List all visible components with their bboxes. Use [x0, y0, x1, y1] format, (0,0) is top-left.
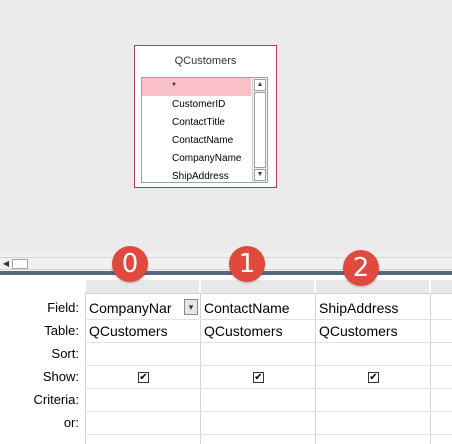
- row-label-field: Field:: [47, 300, 79, 315]
- column-selector-2[interactable]: [316, 280, 429, 294]
- table-title: QCustomers: [174, 55, 237, 67]
- show-checkbox-2[interactable]: ✔: [368, 372, 379, 383]
- show-checkbox-0[interactable]: ✔: [138, 372, 149, 383]
- field-cell-1[interactable]: ContactName: [204, 300, 312, 316]
- field-item-contactname[interactable]: ContactName: [142, 132, 251, 150]
- column-selector-3[interactable]: [431, 280, 452, 294]
- field-item-shipaddress[interactable]: ShipAddress: [142, 168, 251, 182]
- column-selector-0[interactable]: [86, 280, 199, 294]
- show-checkbox-1[interactable]: ✔: [253, 372, 264, 383]
- scroll-thumb[interactable]: [12, 259, 28, 269]
- scroll-left-icon[interactable]: ◀: [1, 259, 11, 269]
- table-cell-2[interactable]: QCustomers: [319, 323, 427, 339]
- scroll-up-icon[interactable]: ▲: [254, 79, 266, 91]
- column-separator: [200, 293, 201, 444]
- column-badge-2: 2: [343, 250, 379, 286]
- field-item-contacttitle[interactable]: ContactTitle: [142, 114, 251, 132]
- grid-header-line: [85, 293, 452, 294]
- field-list[interactable]: * CustomerID ContactTitle ContactName Co…: [141, 77, 268, 183]
- column-separator: [85, 293, 86, 444]
- column-separator: [430, 293, 431, 444]
- horizontal-scrollbar[interactable]: ◀: [0, 257, 452, 270]
- field-cell-2[interactable]: ShipAddress: [319, 300, 427, 316]
- row-label-sort: Sort:: [51, 346, 79, 361]
- query-design-upper-pane: QCustomers * CustomerID ContactTitle Con…: [0, 0, 452, 253]
- query-design-grid: Field: Table: Sort: Show: Criteria: or: …: [0, 275, 452, 444]
- row-label-show: Show:: [42, 369, 79, 384]
- field-item-customerid[interactable]: CustomerID: [142, 96, 251, 114]
- field-item-companyname[interactable]: CompanyName: [142, 150, 251, 168]
- row-separator: [85, 411, 452, 412]
- table-field-list-window[interactable]: QCustomers * CustomerID ContactTitle Con…: [134, 45, 277, 188]
- table-cell-0[interactable]: QCustomers: [89, 323, 197, 339]
- scroll-track[interactable]: [254, 92, 266, 168]
- row-label-table: Table:: [44, 323, 79, 338]
- row-separator: [85, 319, 452, 320]
- field-list-scrollbar[interactable]: ▲ ▼: [252, 78, 267, 182]
- row-separator: [85, 388, 452, 389]
- row-separator: [85, 434, 452, 435]
- row-separator: [85, 342, 452, 343]
- row-label-criteria: Criteria:: [33, 392, 79, 407]
- field-cell-0[interactable]: CompanyNar: [89, 300, 182, 316]
- field-dropdown-icon[interactable]: ▾: [184, 299, 198, 315]
- column-selector-1[interactable]: [201, 280, 314, 294]
- field-item-all[interactable]: *: [142, 78, 251, 96]
- column-badge-1: 1: [229, 246, 265, 282]
- row-label-or: or:: [63, 415, 79, 430]
- column-badge-0: 0: [112, 246, 148, 282]
- scroll-down-icon[interactable]: ▼: [254, 169, 266, 181]
- table-cell-1[interactable]: QCustomers: [204, 323, 312, 339]
- column-separator: [315, 293, 316, 444]
- row-separator: [85, 365, 452, 366]
- row-header-column: Field: Table: Sort: Show: Criteria: or:: [0, 275, 85, 444]
